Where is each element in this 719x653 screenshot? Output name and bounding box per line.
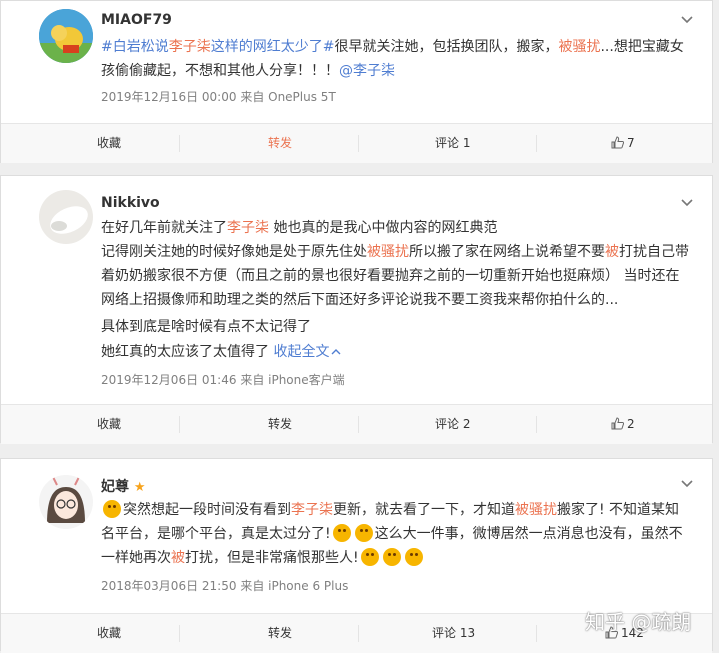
keyword-highlight[interactable]: 李子柒: [169, 39, 211, 55]
post-text-body: 记得刚关注她的时候好像她是处于原先住处被骚扰所以搬了家在网络上说希望不要被打扰自…: [101, 240, 693, 312]
avatar[interactable]: [39, 475, 93, 529]
user-name[interactable]: 妃尊 ★: [101, 476, 146, 496]
timestamp[interactable]: 2019年12月06日 01:46: [101, 373, 236, 387]
weibo-post: MIAOF79 #白岩松说李子柒这样的网红太少了#很早就关注她，包括换团队，搬家…: [0, 0, 713, 163]
keyword-highlight[interactable]: 被: [171, 550, 185, 566]
keyword-highlight[interactable]: 被骚扰: [515, 502, 557, 518]
divider: [179, 135, 180, 152]
text-segment: 记得刚关注她的时候好像她是处于原先住处: [101, 244, 367, 260]
thumbs-up-icon: [611, 136, 624, 149]
keyword-highlight[interactable]: 被骚扰: [367, 244, 409, 260]
avatar[interactable]: [39, 190, 93, 244]
keyword-highlight[interactable]: 李子柒: [227, 220, 269, 236]
comment-button[interactable]: 评论 1: [435, 124, 470, 163]
angry-face-emoji-icon: [103, 500, 121, 518]
vip-star-icon: ★: [133, 480, 146, 495]
action-bar: 收藏 转发 评论 2 2: [1, 404, 712, 444]
divider: [179, 625, 180, 642]
divider: [358, 625, 359, 642]
chevron-down-icon[interactable]: [680, 196, 694, 210]
post-text: #白岩松说李子柒这样的网红太少了#很早就关注她，包括换团队，搬家，被骚扰...想…: [101, 35, 693, 83]
topic-link[interactable]: #白岩松说: [101, 39, 169, 55]
topic-link[interactable]: 这样的网红太少了#: [211, 39, 335, 55]
post-text-line-4-content: 她红真的太应该了太值得了: [101, 344, 269, 360]
comment-button[interactable]: 评论 13: [432, 614, 475, 653]
source: 来自 iPhone 6 Plus: [240, 579, 349, 593]
post-time[interactable]: 2018年03月06日 21:50 来自 iPhone 6 Plus: [101, 577, 348, 594]
weibo-post: Nikkivo 在好几年前就关注了李子柒 她也真的是我心中做内容的网红典范 记得…: [0, 175, 713, 444]
text-segment: 在好几年前就关注了: [101, 220, 227, 236]
favorite-button[interactable]: 收藏: [97, 405, 121, 444]
thumbs-up-icon: [611, 417, 624, 430]
comment-button[interactable]: 评论 2: [435, 405, 470, 444]
repost-button[interactable]: 转发: [268, 124, 292, 163]
favorite-button[interactable]: 收藏: [97, 124, 121, 163]
chevron-up-icon[interactable]: [331, 348, 341, 356]
text-segment: 突然想起一段时间没有看到: [123, 502, 291, 518]
user-name[interactable]: MIAOF79: [101, 12, 172, 28]
chevron-down-icon[interactable]: [680, 13, 694, 27]
avatar[interactable]: [39, 9, 93, 63]
favorite-button[interactable]: 收藏: [97, 614, 121, 653]
divider: [536, 625, 537, 642]
text-segment: 很早就关注她，包括换团队，搬家，: [334, 39, 559, 55]
repost-button[interactable]: 转发: [268, 614, 292, 653]
post-time[interactable]: 2019年12月06日 01:46 来自 iPhone客户端: [101, 371, 345, 388]
keyword-highlight[interactable]: 被骚扰: [558, 39, 600, 55]
like-button[interactable]: 7: [611, 124, 635, 163]
divider: [536, 135, 537, 152]
timestamp[interactable]: 2019年12月16日 00:00: [101, 90, 236, 104]
topic-link[interactable]: @李子柒: [339, 63, 395, 79]
text-segment: 她也真的是我心中做内容的网红典范: [269, 220, 498, 236]
text-segment: 更新，就去看了一下，才知道: [333, 502, 515, 518]
post-text-line-1: 在好几年前就关注了李子柒 她也真的是我心中做内容的网红典范: [101, 216, 693, 240]
post-text-line-3: 具体到底是啥时候有点不太记得了: [101, 319, 311, 335]
post-time[interactable]: 2019年12月16日 00:00 来自 OnePlus 5T: [101, 88, 336, 105]
chevron-down-icon[interactable]: [680, 477, 694, 491]
post-text-line-4: 她红真的太应该了太值得了 收起全文: [101, 340, 693, 364]
user-name[interactable]: Nikkivo: [101, 195, 160, 211]
post-text: 突然想起一段时间没有看到李子柒更新，就去看了一下，才知道被骚扰搬家了! 不知道某…: [101, 498, 693, 570]
angry-face-emoji-icon: [354, 524, 373, 542]
action-bar: 收藏 转发 评论 1 7: [1, 123, 712, 163]
source: 来自 iPhone客户端: [240, 373, 345, 387]
text-segment: 所以搬了家在网络上说希望不要: [409, 244, 605, 260]
keyword-highlight[interactable]: 被: [605, 244, 619, 260]
angry-face-emoji-icon: [360, 548, 379, 566]
angry-face-emoji-icon: [332, 524, 351, 542]
divider: [179, 416, 180, 433]
text-segment: 打扰，但是非常痛恨那些人!: [185, 550, 359, 566]
divider: [358, 135, 359, 152]
divider: [536, 416, 537, 433]
watermark: 知乎 @疏朗: [585, 610, 692, 634]
collapse-label[interactable]: 收起全文: [273, 344, 329, 360]
divider: [358, 416, 359, 433]
angry-face-emoji-icon: [404, 548, 423, 566]
keyword-highlight[interactable]: 李子柒: [291, 502, 333, 518]
source: 来自 OnePlus 5T: [240, 90, 336, 104]
collapse-link[interactable]: 收起全文: [273, 344, 341, 360]
like-count: 7: [627, 136, 635, 150]
like-button[interactable]: 2: [611, 405, 635, 444]
like-count: 2: [627, 417, 635, 431]
timestamp[interactable]: 2018年03月06日 21:50: [101, 579, 236, 593]
angry-face-emoji-icon: [382, 548, 401, 566]
user-name-text[interactable]: 妃尊: [101, 479, 129, 495]
repost-button[interactable]: 转发: [268, 405, 292, 444]
